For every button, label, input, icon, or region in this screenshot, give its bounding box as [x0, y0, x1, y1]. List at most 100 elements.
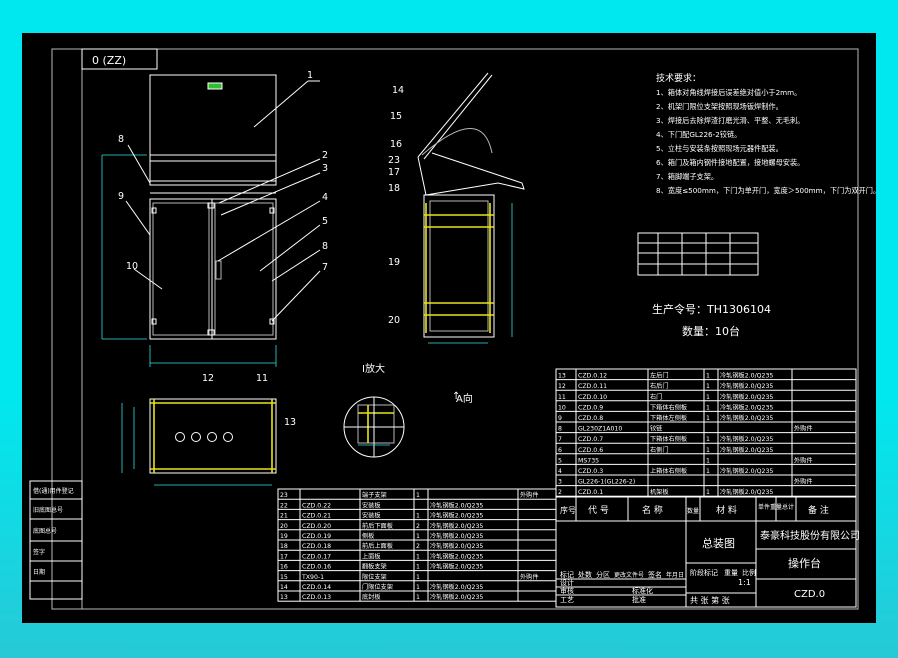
svg-text:1: 1: [307, 70, 313, 81]
bom_left-r0-c2: 端子支架: [362, 491, 387, 499]
bom_left-r7-c4: 冷轧钢板2.0/Q235: [430, 563, 483, 571]
bom_right-r4-c1: CZD.0.8: [578, 415, 603, 422]
bom_right-r6-c0: 7: [558, 436, 562, 443]
bom-header: 序号 代 号 名 称 数量 材 料 单件重量 总计 备 注: [555, 496, 857, 522]
bom_right-r9-c3: 1: [706, 468, 710, 475]
revision-label-6: 年月日: [666, 571, 684, 579]
spec-table: [637, 232, 759, 276]
bom_right-r2-c1: CZD.0.10: [578, 394, 607, 401]
bom_right-r1-c1: CZD.0.11: [578, 383, 607, 390]
bom_right-r8-c5: 外购件: [794, 456, 813, 464]
std-label: 标准化: [632, 586, 653, 595]
revision-label-4: 更改文件号: [614, 571, 644, 579]
revision-label-3: 分区: [596, 570, 610, 579]
bom_left-r1-c1: CZD.0.22: [302, 502, 331, 509]
bom_right-r4-c0: 9: [558, 415, 562, 422]
svg-text:16: 16: [390, 139, 402, 150]
bom_right-r2-c3: 1: [706, 394, 710, 401]
quantity: 数量：10台: [682, 324, 740, 338]
bom_right-r3-c3: 1: [706, 404, 710, 411]
bom_right-r7-c4: 冷轧钢板2.0/Q235: [720, 446, 773, 454]
bom_right-r11-c3: 1: [706, 489, 710, 496]
bom_left-r2-c0: 21: [280, 513, 288, 520]
bom_left-r0-c0: 23: [280, 492, 288, 499]
scale-value: 1:1: [738, 578, 751, 587]
bom_left-r2-c4: 冷轧钢板2.0/Q235: [430, 512, 483, 520]
bom_left-r5-c3: 2: [416, 543, 420, 550]
bom_right-r5-c2: 铰链: [650, 425, 663, 433]
bom_left-r6-c0: 17: [280, 553, 288, 560]
cad-drawing-canvas: 0 (ZZ) I放大 A向 ↑ 1 2 3 4 5 8 7 8 9 10 11 …: [22, 33, 880, 623]
svg-text:12: 12: [202, 373, 214, 384]
bom_left-r7-c2: 翻板支架: [362, 563, 387, 571]
view-a-arrow: ↑: [452, 391, 460, 402]
bom_right-r10-c0: 3: [558, 479, 562, 486]
bom_left-r5-c4: 冷轧钢板2.0/Q235: [430, 542, 483, 550]
bom-table-right: 13 CZD.0.12 左后门 1 冷轧钢板2.0/Q23512 CZD.0.11 右后门 1…: [555, 368, 857, 497]
bom_left-r1-c2: 安装板: [362, 501, 381, 509]
svg-text:8: 8: [322, 241, 328, 252]
bom_left-r0-c5: 外购件: [520, 491, 539, 499]
bom-h-remark: 备 注: [808, 504, 829, 516]
bom_right-r0-c0: 13: [558, 373, 566, 380]
bom_right-r4-c2: 下箱体左侧板: [650, 414, 687, 422]
bom_left-r7-c1: CZD.0.16: [302, 564, 331, 571]
svg-text:10: 10: [126, 261, 138, 272]
bom_right-r1-c2: 右后门: [650, 382, 669, 390]
svg-text:9: 9: [118, 191, 124, 202]
bom_left-r9-c1: CZD.0.14: [302, 584, 331, 591]
bom_left-r3-c3: 2: [416, 523, 420, 530]
bom_right-r5-c5: 外购件: [794, 425, 813, 433]
left-registration-block: 借(通)用件登记 旧底图总号 底图总号 签字 日期: [29, 480, 83, 600]
tech-req-3: 3、焊接后去除焊渣打磨光滑、平整、无毛刺。: [656, 116, 804, 125]
bom_right-r4-c3: 1: [706, 415, 710, 422]
bom_right-r1-c4: 冷轧钢板2.0/Q235: [720, 382, 773, 390]
bom_right-r8-c3: 1: [706, 457, 710, 464]
bom_right-r7-c2: 右侧门: [650, 446, 669, 454]
svg-text:18: 18: [388, 183, 400, 194]
bom_left-r6-c4: 冷轧钢板2.0/Q235: [430, 552, 483, 560]
bom_left-r8-c5: 外购件: [520, 573, 539, 581]
bom_right-r3-c4: 冷轧钢板2.0/Q235: [720, 403, 773, 411]
bom_right-r1-c3: 1: [706, 383, 710, 390]
bom_right-r0-c2: 左后门: [650, 372, 669, 380]
bom_left-r4-c2: 侧板: [362, 532, 374, 540]
revision-label-5: 签名: [648, 570, 662, 579]
bom_left-r4-c3: 1: [416, 533, 420, 540]
bom_right-r0-c3: 1: [706, 373, 710, 380]
bom_right-r6-c2: 下箱体右侧板: [650, 435, 687, 443]
role-design: 设计: [560, 578, 574, 587]
tech-req-7: 7、箱脚端子支架。: [656, 172, 718, 181]
bom_right-r9-c2: 上箱体右侧板: [650, 467, 687, 475]
bom_right-r6-c4: 冷轧钢板2.0/Q235: [720, 435, 773, 443]
svg-text:14: 14: [392, 85, 404, 96]
svg-text:8: 8: [118, 134, 124, 145]
bom_left-r1-c4: 冷轧钢板2.0/Q235: [430, 501, 483, 509]
scale-label: 比例: [742, 568, 756, 577]
bom_right-r6-c1: CZD.0.7: [578, 436, 603, 443]
bom_left-r1-c0: 22: [280, 502, 288, 509]
bom_right-r9-c4: 冷轧钢板2.0/Q235: [720, 467, 773, 475]
bom_right-r7-c0: 6: [558, 447, 562, 454]
bom_right-r3-c0: 10: [558, 404, 566, 411]
bom_left-r4-c1: CZD.0.19: [302, 533, 331, 540]
svg-text:4: 4: [322, 192, 328, 203]
bom-h-unit-weight: 单件重量: [758, 503, 782, 511]
role-process: 工艺: [560, 596, 574, 604]
company-name: 泰豪科技股份有限公司: [760, 529, 860, 542]
top-view: [121, 398, 277, 486]
bom_right-r4-c4: 冷轧钢板2.0/Q235: [720, 414, 773, 422]
bom_right-r7-c1: CZD.0.6: [578, 447, 603, 454]
bom_right-r3-c2: 下箱体右侧板: [650, 403, 687, 411]
bom_left-r6-c1: CZD.0.17: [302, 553, 331, 560]
tech-req-title: 技术要求：: [656, 72, 701, 84]
bom-h-name: 名 称: [642, 504, 663, 516]
bom_left-r7-c0: 16: [280, 564, 288, 571]
bom_right-r5-c1: GL230Z1A010: [578, 426, 622, 433]
bom_left-r8-c2: 限位支架: [362, 573, 387, 581]
bom_right-r8-c1: MS735: [578, 457, 599, 464]
stage-label: 阶段标记: [690, 568, 718, 577]
bom_left-r6-c2: 上面板: [362, 552, 381, 560]
bom_right-r2-c4: 冷轧钢板2.0/Q235: [720, 393, 773, 401]
tech-req-6: 6、箱门及箱内钢件接地配置，接地螺母安装。: [656, 158, 804, 167]
